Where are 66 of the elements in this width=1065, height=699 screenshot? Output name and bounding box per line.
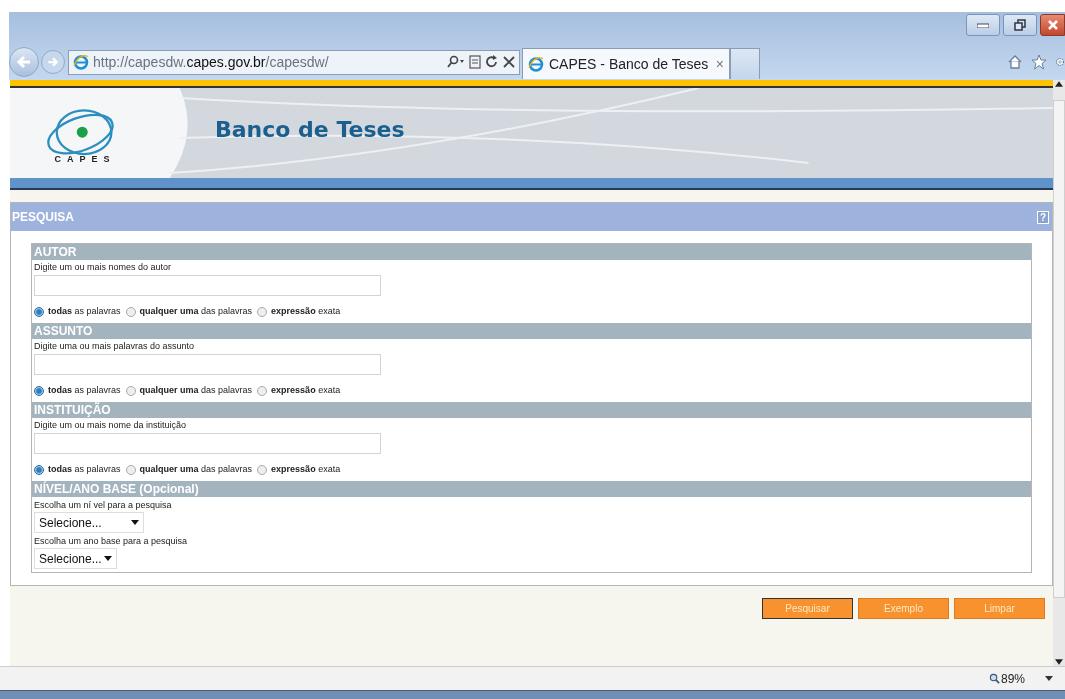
field-label: Escolha um ano base para a pesquisa: [34, 535, 189, 548]
radio-button[interactable]: [125, 306, 136, 317]
section-header: AUTOR: [32, 244, 1031, 260]
dropdown[interactable]: Selecione...: [34, 512, 144, 533]
refresh-icon[interactable]: [485, 55, 499, 69]
radio-button[interactable]: [34, 385, 44, 396]
caret-icon: [131, 520, 139, 525]
search-icon[interactable]: [445, 55, 465, 69]
home-icon[interactable]: [1007, 54, 1023, 70]
zoom-level[interactable]: 89%: [1000, 669, 1025, 688]
section-header: INSTITUIÇÃO: [32, 402, 1031, 418]
radio-button[interactable]: [125, 464, 136, 475]
page-title: Banco de Teses: [215, 115, 405, 144]
minimize-button[interactable]: [966, 14, 1000, 36]
radio-label: todas as palavras: [48, 462, 121, 476]
section-header: ASSUNTO: [32, 323, 1031, 339]
url-text: http://capesdw.capes.gov.br/capesdw/: [93, 52, 329, 72]
scrollbar[interactable]: [1053, 80, 1065, 666]
radio-label: expressão exata: [271, 462, 341, 476]
close-icon: [1047, 20, 1058, 30]
star-icon[interactable]: [1031, 54, 1047, 70]
browser-tab[interactable]: CAPES - Banco de Teses ×: [522, 48, 730, 79]
caret-icon: [104, 556, 112, 561]
restore-button[interactable]: [1003, 14, 1037, 36]
radio-label: expressão exata: [271, 383, 341, 397]
section-header: NÍVEL/ANO BASE (Opcional): [32, 481, 1031, 497]
browser-logo-icon: [528, 56, 544, 72]
text-field[interactable]: [34, 354, 381, 375]
dropdown[interactable]: Selecione...: [34, 548, 117, 569]
address-bar[interactable]: http://capesdw.capes.gov.br/capesdw/: [68, 49, 520, 75]
minimize-icon: [977, 22, 989, 28]
text-field[interactable]: [34, 433, 381, 454]
field-label: Digite um ou mais nomes do autor: [34, 261, 173, 274]
text-field[interactable]: [34, 275, 381, 296]
back-button[interactable]: [9, 47, 39, 77]
tab-title: CAPES - Banco de Teses: [549, 54, 709, 74]
zoom-icon: [988, 673, 1000, 684]
back-arrow-icon: [16, 54, 32, 70]
radio-label: qualquer uma das palavras: [139, 462, 253, 476]
forward-button[interactable]: [41, 50, 65, 74]
radio-label: todas as palavras: [48, 383, 121, 397]
field-label: Digite um ou mais nome da instituição: [34, 419, 188, 432]
close-button[interactable]: [1040, 14, 1065, 36]
browser-logo-icon: [73, 54, 89, 70]
field-label: Digite uma ou mais palavras do assunto: [34, 340, 196, 353]
tab-close-button[interactable]: ×: [715, 53, 724, 75]
radio-button[interactable]: [34, 306, 44, 317]
radio-label: todas as palavras: [48, 304, 121, 318]
radio-button[interactable]: [257, 464, 268, 475]
radio-button[interactable]: [257, 385, 268, 396]
new-tab-button[interactable]: [730, 48, 760, 79]
field-label: Escolha um ní vel para a pesquisa: [34, 499, 173, 512]
radio-label: expressão exata: [271, 304, 341, 318]
panel-title: PESQUISA: [12, 209, 74, 226]
compatibility-icon[interactable]: [469, 55, 481, 69]
logo-text: CAPES: [54, 155, 116, 164]
radio-button[interactable]: [257, 306, 268, 317]
radio-label: qualquer uma das palavras: [139, 383, 253, 397]
stop-icon[interactable]: [503, 56, 515, 68]
radio-button[interactable]: [34, 464, 44, 475]
radio-label: qualquer uma das palavras: [139, 304, 253, 318]
caret-icon[interactable]: [1045, 676, 1053, 681]
restore-icon: [1014, 19, 1026, 31]
forward-arrow-icon: [47, 56, 59, 68]
scroll-thumb[interactable]: [1053, 100, 1065, 598]
radio-button[interactable]: [125, 385, 136, 396]
